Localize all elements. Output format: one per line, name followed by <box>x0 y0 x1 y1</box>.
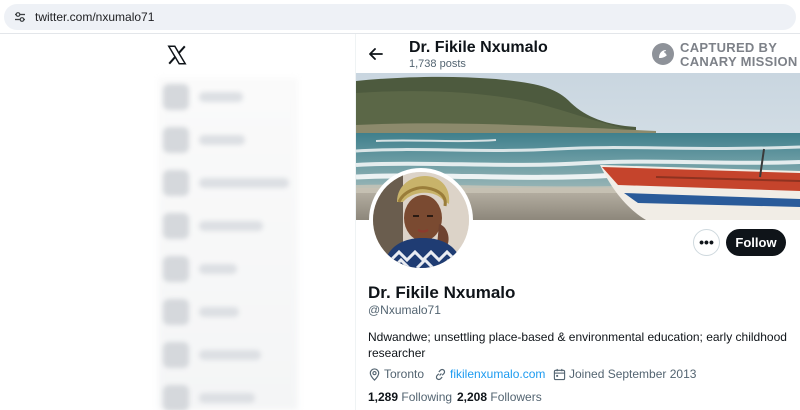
communities-icon <box>163 342 189 368</box>
link-icon <box>435 368 446 381</box>
profile-icon <box>163 385 189 410</box>
sidebar-nav-item[interactable] <box>163 256 295 282</box>
notifications-icon <box>163 170 189 196</box>
followers-stat[interactable]: 2,208 Followers <box>457 390 542 404</box>
sidebar-nav-label-blurred <box>199 393 255 403</box>
sidebar-nav-label-blurred <box>199 221 263 231</box>
sidebar-nav-label-blurred <box>199 135 245 145</box>
explore-icon <box>163 127 189 153</box>
browser-address-bar: twitter.com/nxumalo71 <box>0 0 800 34</box>
sidebar-nav-item[interactable] <box>163 84 295 110</box>
canary-logo-icon <box>652 43 674 65</box>
sidebar-nav-label-blurred <box>199 350 261 360</box>
profile-bio: Ndwandwe; unsettling place-based & envir… <box>368 330 787 360</box>
sidebar-nav-item[interactable] <box>163 127 295 153</box>
sidebar-nav-item[interactable] <box>163 299 295 325</box>
lists-icon <box>163 256 189 282</box>
site-settings-icon[interactable] <box>14 11 26 23</box>
profile-handle: @Nxumalo71 <box>368 303 441 317</box>
following-stat[interactable]: 1,289 Following <box>368 390 452 404</box>
sidebar-nav-label-blurred <box>199 264 237 274</box>
url-text[interactable]: twitter.com/nxumalo71 <box>35 10 154 24</box>
location-pin-icon <box>369 368 380 381</box>
bookmarks-icon <box>163 299 189 325</box>
location-text: Toronto <box>384 367 425 381</box>
messages-icon <box>163 213 189 239</box>
website-link[interactable]: fikilenxumalo.com <box>450 367 545 381</box>
more-options-button[interactable]: ••• <box>693 229 720 256</box>
more-options-icon: ••• <box>699 234 714 250</box>
sidebar-nav-item[interactable] <box>163 213 295 239</box>
sidebar-nav-item[interactable] <box>163 385 295 410</box>
post-count: 1,738 posts <box>409 58 466 70</box>
joined-text: Joined September 2013 <box>569 367 697 381</box>
watermark-line2: CANARY MISSION <box>680 54 798 69</box>
x-logo-icon[interactable] <box>166 44 188 66</box>
sidebar-nav-item[interactable] <box>163 342 295 368</box>
profile-display-name: Dr. Fikile Nxumalo <box>368 283 516 302</box>
watermark-line1: CAPTURED BY <box>680 40 778 55</box>
profile-avatar[interactable] <box>369 168 473 272</box>
calendar-icon <box>553 368 566 381</box>
followers-count: 2,208 <box>457 390 488 404</box>
back-arrow-icon[interactable] <box>366 44 386 64</box>
home-icon <box>163 84 189 110</box>
following-label: Following <box>401 390 453 404</box>
following-count: 1,289 <box>368 390 399 404</box>
follow-button[interactable]: Follow <box>726 229 786 256</box>
sidebar-nav-label-blurred <box>199 92 243 102</box>
watermark: CAPTURED BY CANARY MISSION <box>652 40 798 70</box>
sidebar-nav-label-blurred <box>199 307 239 317</box>
followers-label: Followers <box>490 390 542 404</box>
url-field[interactable]: twitter.com/nxumalo71 <box>4 4 796 30</box>
sidebar-nav-label-blurred <box>199 178 289 188</box>
header-title: Dr. Fikile Nxumalo <box>409 39 548 56</box>
sidebar-nav-item[interactable] <box>163 170 295 196</box>
